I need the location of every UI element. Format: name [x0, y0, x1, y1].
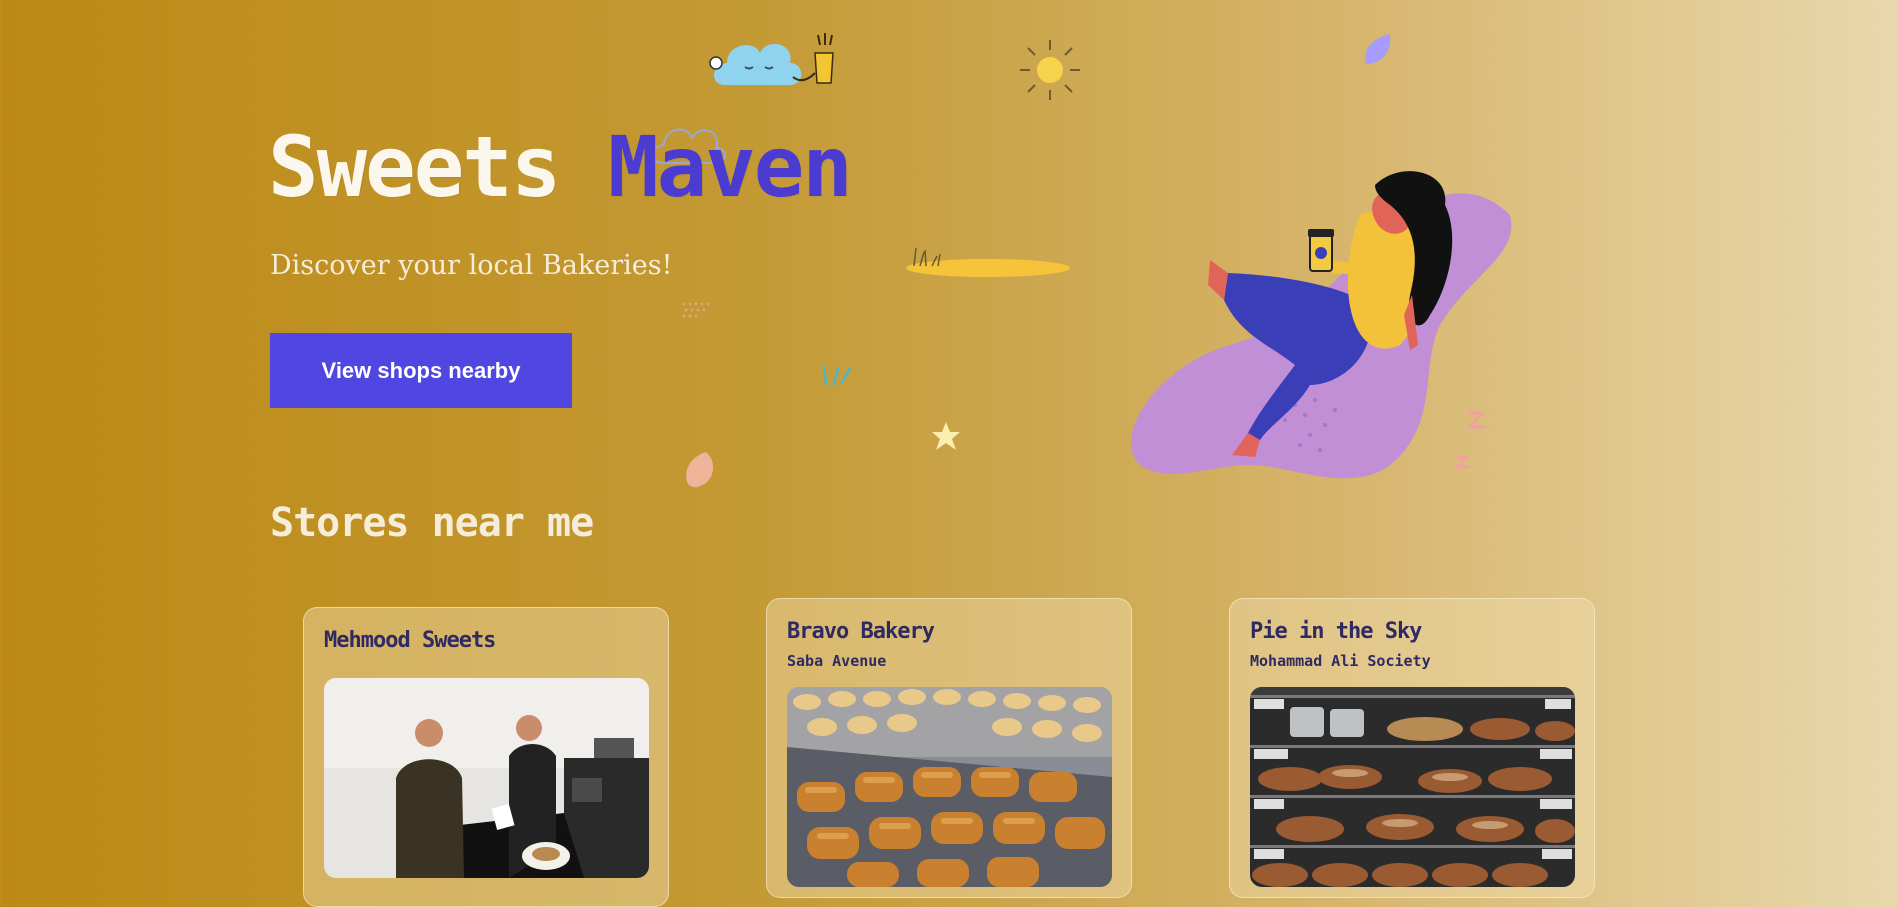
bread-shelves-photo: [1250, 687, 1575, 887]
store-name: Pie in the Sky: [1250, 619, 1422, 644]
store-card-pie-in-the-sky[interactable]: Pie in the Sky Mohammad Ali Society: [1229, 598, 1595, 898]
view-shops-nearby-button[interactable]: View shops nearby: [270, 333, 572, 408]
dots-doodle: [682, 302, 710, 318]
sun-icon: [1020, 40, 1080, 100]
peach-leaf-doodle: [686, 452, 714, 488]
bakery-staff-serving-photo: [324, 678, 649, 878]
pain-au-chocolat-tray-photo: [787, 687, 1112, 887]
site-title: Sweets Maven: [268, 118, 853, 216]
store-card-mehmood-sweets[interactable]: Mehmood Sweets: [303, 607, 669, 907]
sparkle-icon: [932, 422, 960, 450]
leaf-doodle: [1365, 34, 1391, 64]
site-title-part1: Sweets: [268, 118, 561, 216]
store-card-bravo-bakery[interactable]: Bravo Bakery Saba Avenue: [766, 598, 1132, 898]
site-title-part2: Maven: [608, 118, 853, 216]
cloud-coffee-doodle: [709, 33, 834, 85]
stores-section-title: Stores near me: [270, 500, 594, 546]
woman-sitting-with-coffee-illustration: [1131, 171, 1512, 479]
store-name: Mehmood Sweets: [324, 628, 496, 653]
store-area: Saba Avenue: [787, 652, 887, 670]
teal-strokes-doodle: [822, 364, 852, 386]
store-area: Mohammad Ali Society: [1250, 652, 1431, 670]
store-name: Bravo Bakery: [787, 619, 935, 644]
grass-ellipse-doodle: [906, 247, 1070, 277]
hero-subtitle: Discover your local Bakeries!: [270, 250, 673, 281]
